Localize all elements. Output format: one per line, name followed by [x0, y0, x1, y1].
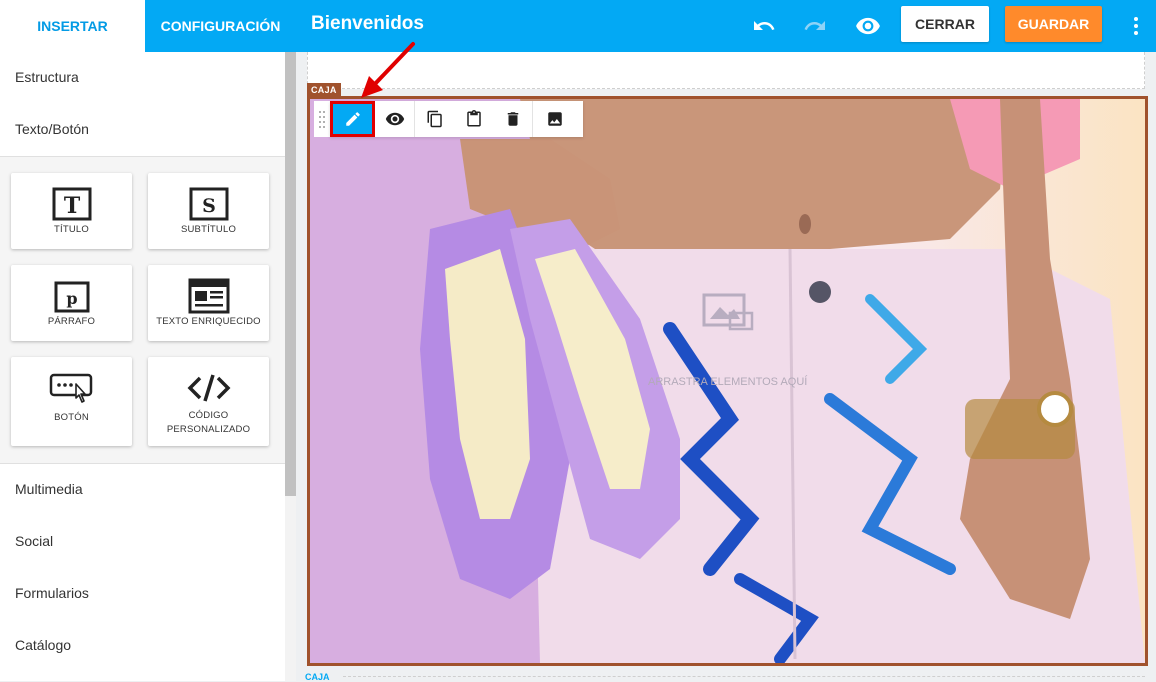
preview-eye-icon[interactable] — [855, 13, 881, 39]
next-section[interactable] — [343, 676, 1145, 681]
topbar: Bienvenidos CERRAR GUARDAR — [296, 0, 1156, 52]
image-placeholder-icon — [702, 293, 753, 331]
more-vert-icon[interactable] — [1123, 13, 1149, 39]
delete-button[interactable] — [493, 101, 532, 137]
drag-handle-icon[interactable] — [314, 101, 330, 137]
page-title: Bienvenidos — [311, 13, 424, 34]
tile-label: SUBTÍTULO — [180, 224, 237, 235]
save-button[interactable]: GUARDAR — [1005, 6, 1102, 42]
sidebar-tabs: INSERTAR CONFIGURACIÓN — [0, 0, 296, 52]
tile-codigo-personalizado[interactable]: CÓDIGO PERSONALIZADO — [148, 357, 269, 446]
category-estructura[interactable]: Estructura — [15, 69, 79, 85]
category-social[interactable]: Social — [15, 533, 53, 549]
sidebar-scrollbar-thumb[interactable] — [285, 52, 296, 496]
image-icon — [548, 112, 562, 126]
undo-icon[interactable] — [751, 13, 777, 39]
svg-text:p: p — [66, 289, 77, 308]
background-image-button[interactable] — [533, 101, 577, 137]
tile-texto-enriquecido[interactable]: TEXTO ENRIQUECIDO — [148, 265, 269, 341]
title-icon: T — [52, 185, 92, 223]
annotation-arrow-icon — [361, 42, 415, 98]
redo-icon[interactable] — [802, 13, 828, 39]
trash-icon — [507, 112, 518, 126]
svg-text:S: S — [202, 195, 216, 217]
duplicate-button[interactable] — [415, 101, 454, 137]
copy-icon — [427, 110, 442, 128]
tile-label: BOTÓN — [54, 412, 89, 423]
clipboard-icon — [466, 110, 481, 127]
paragraph-icon: p — [52, 277, 92, 315]
empty-section[interactable] — [307, 52, 1145, 89]
tile-label: PÁRRAFO — [47, 316, 96, 327]
tile-titulo[interactable]: T TÍTULO — [11, 173, 132, 249]
caja-tag: CAJA — [307, 83, 341, 97]
tab-configuracion[interactable]: CONFIGURACIÓN — [145, 0, 296, 52]
divider — [0, 463, 285, 464]
dropzone-hint: ARRASTRA ELEMENTOS AQUÍ — [648, 293, 807, 388]
paste-button[interactable] — [454, 101, 493, 137]
code-icon — [187, 369, 231, 407]
category-catalogo[interactable]: Catálogo — [15, 637, 71, 653]
eye-icon — [385, 112, 404, 126]
tile-label: CÓDIGO PERSONALIZADO — [166, 410, 251, 435]
svg-text:T: T — [63, 193, 80, 219]
button-cursor-icon — [49, 369, 95, 407]
selected-caja[interactable]: ARRASTRA ELEMENTOS AQUÍ — [307, 96, 1148, 666]
tab-insertar[interactable]: INSERTAR — [0, 0, 145, 52]
tile-label: TÍTULO — [54, 224, 89, 235]
tile-boton[interactable]: BOTÓN — [11, 357, 132, 446]
category-texto-boton[interactable]: Texto/Botón — [15, 121, 89, 137]
tile-subtitulo[interactable]: S SUBTÍTULO — [148, 173, 269, 249]
tile-label: TEXTO ENRIQUECIDO — [156, 316, 261, 327]
category-formularios[interactable]: Formularios — [15, 585, 89, 601]
close-button[interactable]: CERRAR — [901, 6, 989, 42]
tile-parrafo[interactable]: p PÁRRAFO — [11, 265, 132, 341]
rich-text-icon — [188, 277, 230, 315]
subtitle-icon: S — [189, 185, 229, 223]
sidebar: INSERTAR CONFIGURACIÓN Estructura Texto/… — [0, 0, 296, 681]
category-multimedia[interactable]: Multimedia — [15, 481, 83, 497]
pencil-icon — [345, 112, 360, 126]
